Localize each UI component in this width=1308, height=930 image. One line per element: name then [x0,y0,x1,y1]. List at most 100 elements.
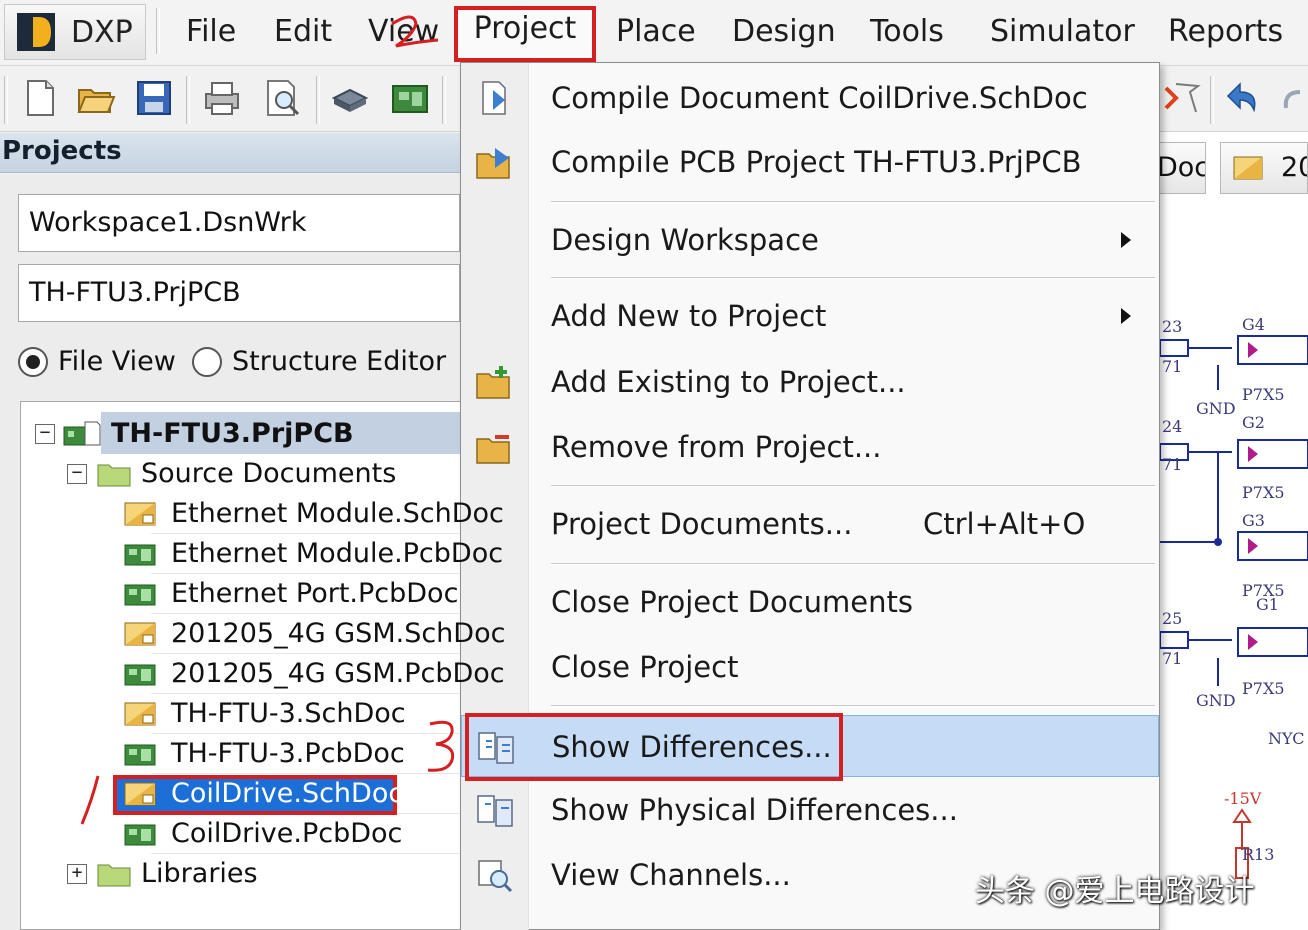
toolbar-separator [316,76,320,124]
tree-document-label: 201205_4G GSM.PcbDoc [171,658,505,689]
menu-simulator[interactable]: Simulator [990,10,1135,56]
watermark: 头条 @爱上电路设计 [975,874,1255,909]
new-document-icon[interactable] [20,78,60,118]
tree-document-label: TH-FTU-3.SchDoc [171,698,406,729]
document-tab-20[interactable]: 20 [1220,142,1308,194]
add-existing-icon [476,366,510,399]
svg-text:25: 25 [1162,609,1182,628]
tree-document-label: CoilDrive.SchDoc [171,778,404,809]
dxp-menu-button[interactable]: DXP [4,4,146,60]
libraries-folder[interactable]: + Libraries [21,854,461,894]
svg-text:GND: GND [1196,399,1236,418]
pcb-doc-icon [124,744,156,766]
tree-document-row[interactable]: 201205_4G GSM.PcbDoc [21,654,505,694]
collapse-icon[interactable]: − [67,464,87,484]
print-icon[interactable] [202,78,242,118]
menu-item-close-project[interactable]: Close Project [461,636,1159,698]
menu-item-label: Add Existing to Project... [551,365,906,399]
menu-item-project-documents[interactable]: Project Documents... Ctrl+Alt+O [461,493,1159,555]
redo-icon[interactable] [1282,78,1308,118]
menu-item-compile-pcb-project[interactable]: Compile PCB Project TH-FTU3.PrjPCB [461,131,1159,193]
schematic-doc-icon [1233,156,1263,180]
menu-item-label: Project Documents... [551,507,853,541]
menu-place[interactable]: Place [616,10,696,56]
save-icon[interactable] [134,78,174,118]
tree-document-label: Ethernet Module.PcbDoc [171,538,504,569]
schematic-drawing: 23 71 G4 P7X5 GND 24 71 G2 P7X5 G3 P7X5 … [1160,315,1308,879]
menu-reports[interactable]: Reports [1168,10,1283,56]
menu-item-design-workspace[interactable]: Design Workspace [461,209,1159,271]
collapse-icon[interactable]: − [35,424,55,444]
open-folder-icon[interactable] [76,78,116,118]
menu-item-label: Add New to Project [551,299,827,333]
tree-root-row[interactable]: − TH-FTU3.PrjPCB [21,414,461,454]
svg-text:P7X5: P7X5 [1242,679,1285,698]
expand-icon[interactable]: + [67,864,87,884]
toolbar-separator [4,76,8,124]
svg-text:71: 71 [1162,455,1182,474]
schematic-doc-icon [124,782,156,806]
cross-select-icon[interactable] [1162,78,1202,118]
svg-text:24: 24 [1162,417,1182,436]
menu-separator [551,563,1155,565]
submenu-arrow-icon [1121,308,1131,324]
tree-document-row[interactable]: Ethernet Port.PcbDoc [21,574,461,614]
menu-tools[interactable]: Tools [870,10,944,56]
menu-project[interactable]: Project [454,6,596,62]
annotation-step-1: 1 [70,770,110,830]
tree-document-label: Ethernet Module.SchDoc [171,498,504,529]
file-view-radio[interactable]: File View [18,344,178,380]
menu-bar: DXP File Edit View Project Place Design … [0,0,1308,66]
tree-document-row[interactable]: TH-FTU-3.PcbDoc [21,734,461,774]
schematic-doc-icon [124,502,156,526]
tree-document-label: CoilDrive.PcbDoc [171,818,403,849]
pcb-doc-icon [124,584,156,606]
menu-design[interactable]: Design [732,10,836,56]
structure-editor-radio[interactable]: Structure Editor [192,344,460,380]
pcb-doc-icon [124,544,156,566]
svg-text:23: 23 [1162,317,1182,336]
svg-text:G4: G4 [1242,315,1265,334]
toolbar-separator [1210,76,1214,124]
compile-document-icon [482,81,506,115]
svg-text:G1: G1 [1256,595,1279,614]
menu-item-close-project-documents[interactable]: Close Project Documents [461,571,1159,633]
svg-text:P7X5: P7X5 [1242,385,1285,404]
menu-item-remove-from-project[interactable]: Remove from Project... [461,416,1159,478]
project-selector[interactable]: TH-FTU3.PrjPCB [18,264,460,322]
menu-item-label: Compile Document CoilDrive.SchDoc [551,81,1088,115]
pcb-icon[interactable] [390,78,430,118]
menu-item-show-physical-differences[interactable]: Show Physical Differences... [461,779,1159,841]
menu-edit[interactable]: Edit [274,10,332,56]
menu-item-add-new-to-project[interactable]: Add New to Project [461,285,1159,347]
menu-file[interactable]: File [186,10,236,56]
tree-document-row[interactable]: Ethernet Module.SchDoc [21,494,504,534]
menu-item-compile-document[interactable]: Compile Document CoilDrive.SchDoc [461,67,1159,129]
tree-document-row[interactable]: Ethernet Module.PcbDoc [21,534,503,574]
menu-item-label: Close Project Documents [551,585,914,619]
libraries-label: Libraries [141,858,258,889]
annotation-step-2: 2 [386,10,446,54]
menu-separator [551,201,1155,203]
menu-item-add-existing-to-project[interactable]: Add Existing to Project... [461,351,1159,413]
pcb-project-icon [63,421,101,446]
source-documents-folder[interactable]: − Source Documents [21,454,461,494]
folder-icon [97,464,131,487]
3d-view-icon[interactable] [330,78,370,118]
show-differences-callout-box [465,713,843,781]
view-channels-icon [478,860,513,893]
tree-document-row[interactable]: 201205_4G GSM.SchDoc [21,614,505,654]
dxp-logo-icon [17,13,55,51]
svg-text:G2: G2 [1242,413,1265,432]
tree-document-row[interactable]: TH-FTU-3.SchDoc [21,694,461,734]
remove-from-project-icon [476,435,510,464]
menu-item-shortcut: Ctrl+Alt+O [923,507,1086,541]
undo-icon[interactable] [1224,78,1264,118]
menu-item-label: Close Project [551,650,739,684]
schematic-doc-icon [124,702,156,726]
svg-text:R13: R13 [1242,845,1274,864]
print-preview-icon[interactable] [262,78,302,118]
pcb-doc-icon [124,664,156,686]
workspace-selector[interactable]: Workspace1.DsnWrk [18,194,460,252]
toolbar-separator [442,76,446,124]
